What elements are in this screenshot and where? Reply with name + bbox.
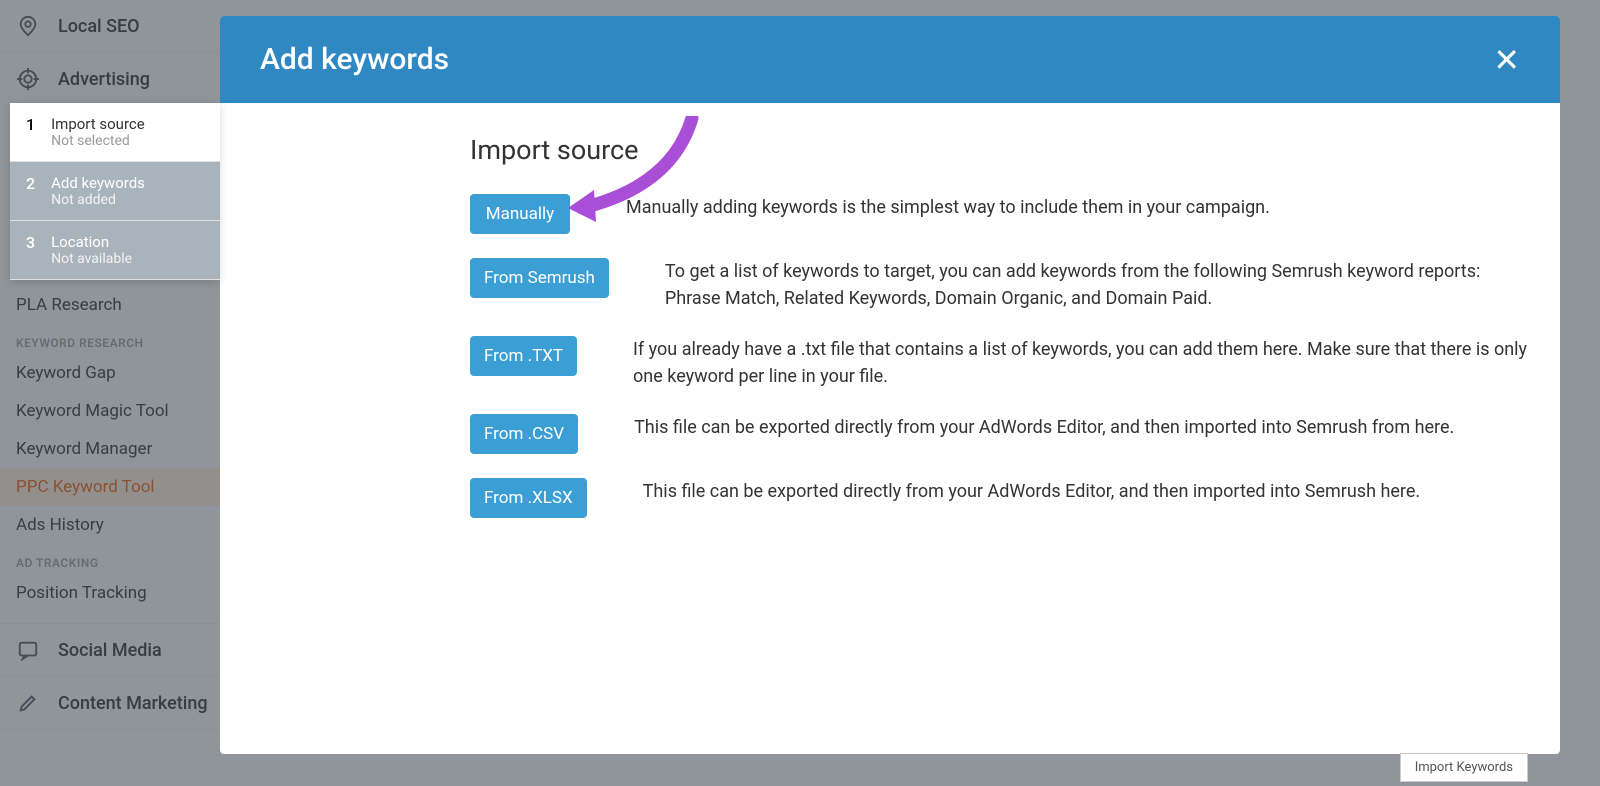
option-desc: This file can be exported directly from …: [634, 414, 1530, 441]
section-title: Import source: [470, 134, 1530, 166]
step-title: Add keywords: [51, 174, 145, 192]
option-desc: This file can be exported directly from …: [643, 478, 1530, 505]
modal-title: Add keywords: [260, 42, 449, 77]
add-keywords-modal: Add keywords ✕ Import source Manually Ma…: [220, 16, 1560, 754]
from-xlsx-button[interactable]: From .XLSX: [470, 478, 587, 518]
wizard-step-3[interactable]: 3 Location Not available: [10, 221, 220, 280]
step-subtitle: Not selected: [51, 133, 145, 149]
option-row-xlsx: From .XLSX This file can be exported dir…: [470, 478, 1530, 518]
option-desc: Manually adding keywords is the simplest…: [626, 194, 1530, 221]
step-title: Import source: [51, 115, 145, 133]
step-number: 2: [26, 174, 35, 208]
option-row-txt: From .TXT If you already have a .txt fil…: [470, 336, 1530, 390]
step-number: 3: [26, 233, 35, 267]
wizard-step-2[interactable]: 2 Add keywords Not added: [10, 162, 220, 221]
wizard-steps: 1 Import source Not selected 2 Add keywo…: [10, 103, 220, 280]
step-subtitle: Not available: [51, 251, 132, 267]
option-desc: If you already have a .txt file that con…: [633, 336, 1530, 390]
step-subtitle: Not added: [51, 192, 145, 208]
modal-content: Import source Manually Manually adding k…: [470, 134, 1530, 542]
import-keywords-button[interactable]: Import Keywords: [1400, 753, 1528, 782]
close-icon[interactable]: ✕: [1493, 41, 1520, 79]
wizard-step-1[interactable]: 1 Import source Not selected: [10, 103, 220, 162]
option-row-csv: From .CSV This file can be exported dire…: [470, 414, 1530, 454]
from-csv-button[interactable]: From .CSV: [470, 414, 578, 454]
option-desc: To get a list of keywords to target, you…: [665, 258, 1530, 312]
manually-button[interactable]: Manually: [470, 194, 570, 234]
option-row-semrush: From Semrush To get a list of keywords t…: [470, 258, 1530, 312]
modal-header: Add keywords ✕: [220, 16, 1560, 103]
from-semrush-button[interactable]: From Semrush: [470, 258, 609, 298]
option-row-manually: Manually Manually adding keywords is the…: [470, 194, 1530, 234]
from-txt-button[interactable]: From .TXT: [470, 336, 577, 376]
step-number: 1: [26, 115, 35, 149]
step-title: Location: [51, 233, 132, 251]
